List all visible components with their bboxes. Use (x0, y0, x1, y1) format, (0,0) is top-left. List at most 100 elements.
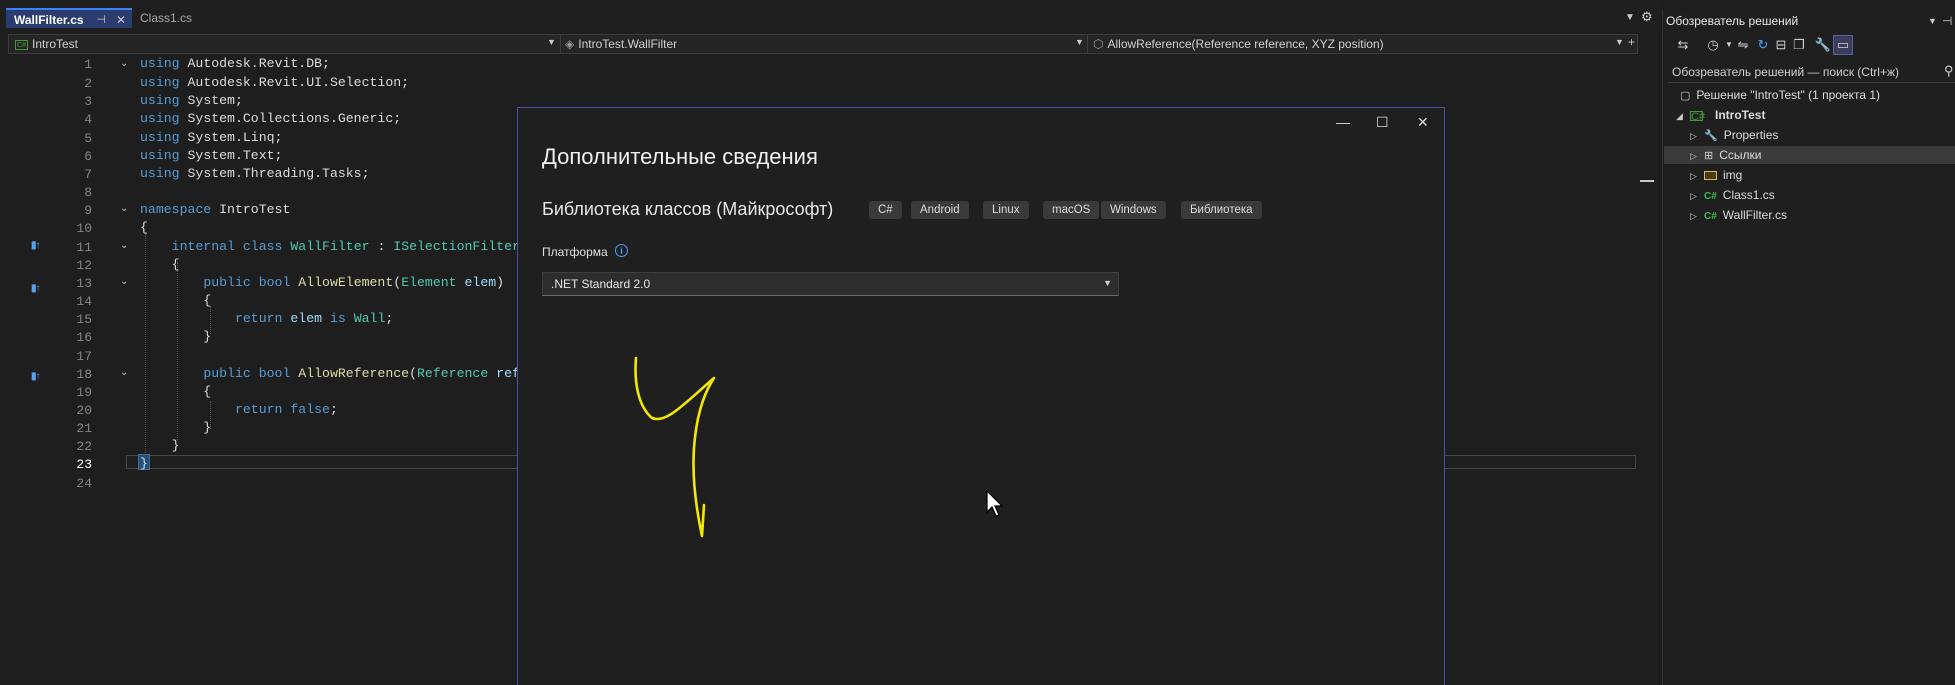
properties-wrench-icon[interactable]: 🔧 (1814, 36, 1832, 54)
pin-icon[interactable]: ⊣ (96, 10, 106, 30)
code-line[interactable]: } (140, 438, 180, 453)
pending-changes-icon[interactable]: ⇋ (1734, 36, 1752, 54)
code-line[interactable]: { (140, 220, 148, 235)
line-number: 21 (76, 421, 92, 436)
tab-list-dropdown-icon[interactable]: ▼ (1625, 12, 1635, 23)
code-line[interactable]: } (140, 456, 148, 471)
preview-selected-icon[interactable]: ▭ (1833, 35, 1853, 55)
collapsed-arrow-icon[interactable]: ▷ (1690, 207, 1704, 225)
code-line[interactable]: public bool AllowElement(Element elem) (140, 275, 504, 290)
show-all-files-icon[interactable]: ❐ (1790, 36, 1808, 54)
codelens-icon[interactable]: ▮↑ (31, 240, 40, 251)
line-number: 11 (76, 240, 92, 255)
code-line[interactable]: using System.Linq; (140, 130, 282, 145)
code-line[interactable]: using Autodesk.Revit.DB; (140, 56, 330, 71)
code-line[interactable]: public bool AllowReference(Reference ref… (140, 366, 567, 381)
code-line[interactable]: { (140, 384, 211, 399)
class-icon: ◈ (565, 37, 575, 51)
code-line[interactable]: } (140, 329, 211, 344)
codelens-icon[interactable]: ▮↑ (31, 283, 40, 294)
vertical-scrollbar[interactable] (1636, 56, 1654, 685)
dialog-title: Дополнительные сведения (542, 144, 818, 169)
close-icon[interactable]: ✕ (116, 10, 126, 30)
project-label: IntroTest (32, 37, 79, 51)
tree-item-label: Properties (1723, 128, 1779, 142)
tree-item-wallfilter[interactable]: ▷ C# WallFilter.cs (1690, 206, 1787, 224)
tree-item-label: Решение "IntroTest" (1 проекта 1) (1696, 88, 1881, 102)
line-number: 23 (76, 457, 92, 472)
tree-item-properties[interactable]: ▷ 🔧 Properties (1690, 126, 1778, 144)
tree-item-class1[interactable]: ▷ C# Class1.cs (1690, 186, 1775, 204)
code-line[interactable]: { (140, 257, 180, 272)
line-number: 10 (76, 221, 92, 236)
info-icon[interactable]: i (615, 244, 628, 257)
tree-item-solution[interactable]: ▢ Решение "IntroTest" (1 проекта 1) (1680, 86, 1880, 104)
line-number: 1 (84, 57, 92, 72)
split-icon[interactable]: + (1628, 35, 1635, 49)
tag-badge: macOS (1043, 201, 1100, 219)
tree-item-label: IntroTest (1715, 108, 1766, 122)
tag-badge: Библиотека (1181, 201, 1262, 219)
fold-chevron-icon[interactable]: ⌄ (120, 276, 128, 287)
type-label: IntroTest.WallFilter (578, 37, 678, 51)
code-line[interactable]: return false; (140, 402, 338, 417)
code-line[interactable]: { (140, 293, 211, 308)
maximize-icon[interactable]: ☐ (1376, 114, 1389, 131)
chevron-down-icon[interactable]: ▼ (1615, 37, 1624, 47)
collapse-all-icon[interactable]: ⊟ (1772, 36, 1790, 54)
line-number: 17 (76, 349, 92, 364)
code-line[interactable]: using System.Threading.Tasks; (140, 166, 370, 181)
collapsed-arrow-icon[interactable]: ▷ (1690, 127, 1704, 145)
fold-chevron-icon[interactable]: ⌄ (120, 367, 128, 378)
code-line[interactable]: } (140, 420, 211, 435)
tree-item-label: WallFilter.cs (1722, 208, 1788, 222)
chevron-down-icon[interactable]: ▼ (547, 37, 556, 47)
expanded-arrow-icon[interactable]: ◢ (1676, 107, 1690, 125)
project-dropdown[interactable]: C# IntroTest (15, 35, 78, 53)
fold-chevron-icon[interactable]: ⌄ (120, 203, 128, 214)
minimize-icon[interactable]: — (1336, 114, 1350, 130)
chevron-down-icon[interactable]: ▼ (1075, 37, 1084, 47)
collapsed-arrow-icon[interactable]: ▷ (1690, 167, 1704, 185)
editor-tab-strip: WallFilter.cs ⊣ ✕ Class1.cs ▼ ⚙ (0, 0, 1660, 30)
settings-gear-icon[interactable]: ⚙ (1641, 9, 1653, 25)
line-number: 9 (84, 203, 92, 218)
fold-chevron-icon[interactable]: ⌄ (120, 58, 128, 69)
type-dropdown[interactable]: ◈ IntroTest.WallFilter (565, 35, 677, 53)
code-line[interactable]: using System.Collections.Generic; (140, 111, 401, 126)
code-line[interactable]: return elem is Wall; (140, 311, 393, 326)
close-icon[interactable]: ✕ (1417, 114, 1429, 131)
codelens-icon[interactable]: ▮↑ (31, 371, 40, 382)
navigation-bar: C# IntroTest ▼ ◈ IntroTest.WallFilter ▼ ⬡ A… (8, 34, 1638, 54)
pin-icon[interactable]: ⊣ (1942, 14, 1952, 28)
tag-badge: Android (911, 201, 969, 219)
tree-item-project[interactable]: ◢ C# IntroTest (1676, 106, 1765, 124)
line-number: 6 (84, 149, 92, 164)
folder-icon (1704, 171, 1717, 181)
line-number: 19 (76, 385, 92, 400)
tree-item-label: img (1723, 168, 1743, 182)
tab-wallfilter[interactable]: WallFilter.cs ⊣ ✕ (6, 8, 132, 28)
tree-item-img[interactable]: ▷ img (1690, 166, 1742, 184)
code-line[interactable]: using System.Text; (140, 148, 282, 163)
refresh-icon[interactable]: ↻ (1754, 36, 1772, 54)
csharp-file-icon: C# (1704, 211, 1717, 222)
csharp-project-icon: C# (15, 39, 28, 50)
fold-chevron-icon[interactable]: ⌄ (120, 240, 128, 251)
additional-info-dialog: — ☐ ✕ Дополнительные сведения Библиотека… (517, 107, 1445, 685)
search-icon[interactable]: ⚲ (1944, 63, 1954, 79)
line-number: 7 (84, 167, 92, 182)
code-line[interactable]: internal class WallFilter : ISelectionFi… (140, 239, 520, 254)
platform-select[interactable]: .NET Standard 2.0 ▼ (542, 272, 1119, 296)
collapsed-arrow-icon[interactable]: ▷ (1690, 187, 1704, 205)
code-line[interactable]: using System; (140, 93, 243, 108)
sync-document-icon[interactable]: ⇆ (1674, 36, 1692, 54)
code-line[interactable]: using Autodesk.Revit.UI.Selection; (140, 75, 409, 90)
code-line[interactable]: namespace IntroTest (140, 202, 290, 217)
chevron-down-icon[interactable]: ▼ (1928, 16, 1937, 26)
tab-class1[interactable]: Class1.cs (132, 8, 232, 28)
collapsed-arrow-icon[interactable]: ▷ (1690, 147, 1704, 165)
scrollbar-thumb[interactable] (1640, 180, 1654, 182)
member-dropdown[interactable]: ⬡ AllowReference(Reference reference, XYZ… (1093, 35, 1384, 53)
tree-item-references[interactable]: ▷ ⊞ Ссылки (1690, 146, 1761, 164)
